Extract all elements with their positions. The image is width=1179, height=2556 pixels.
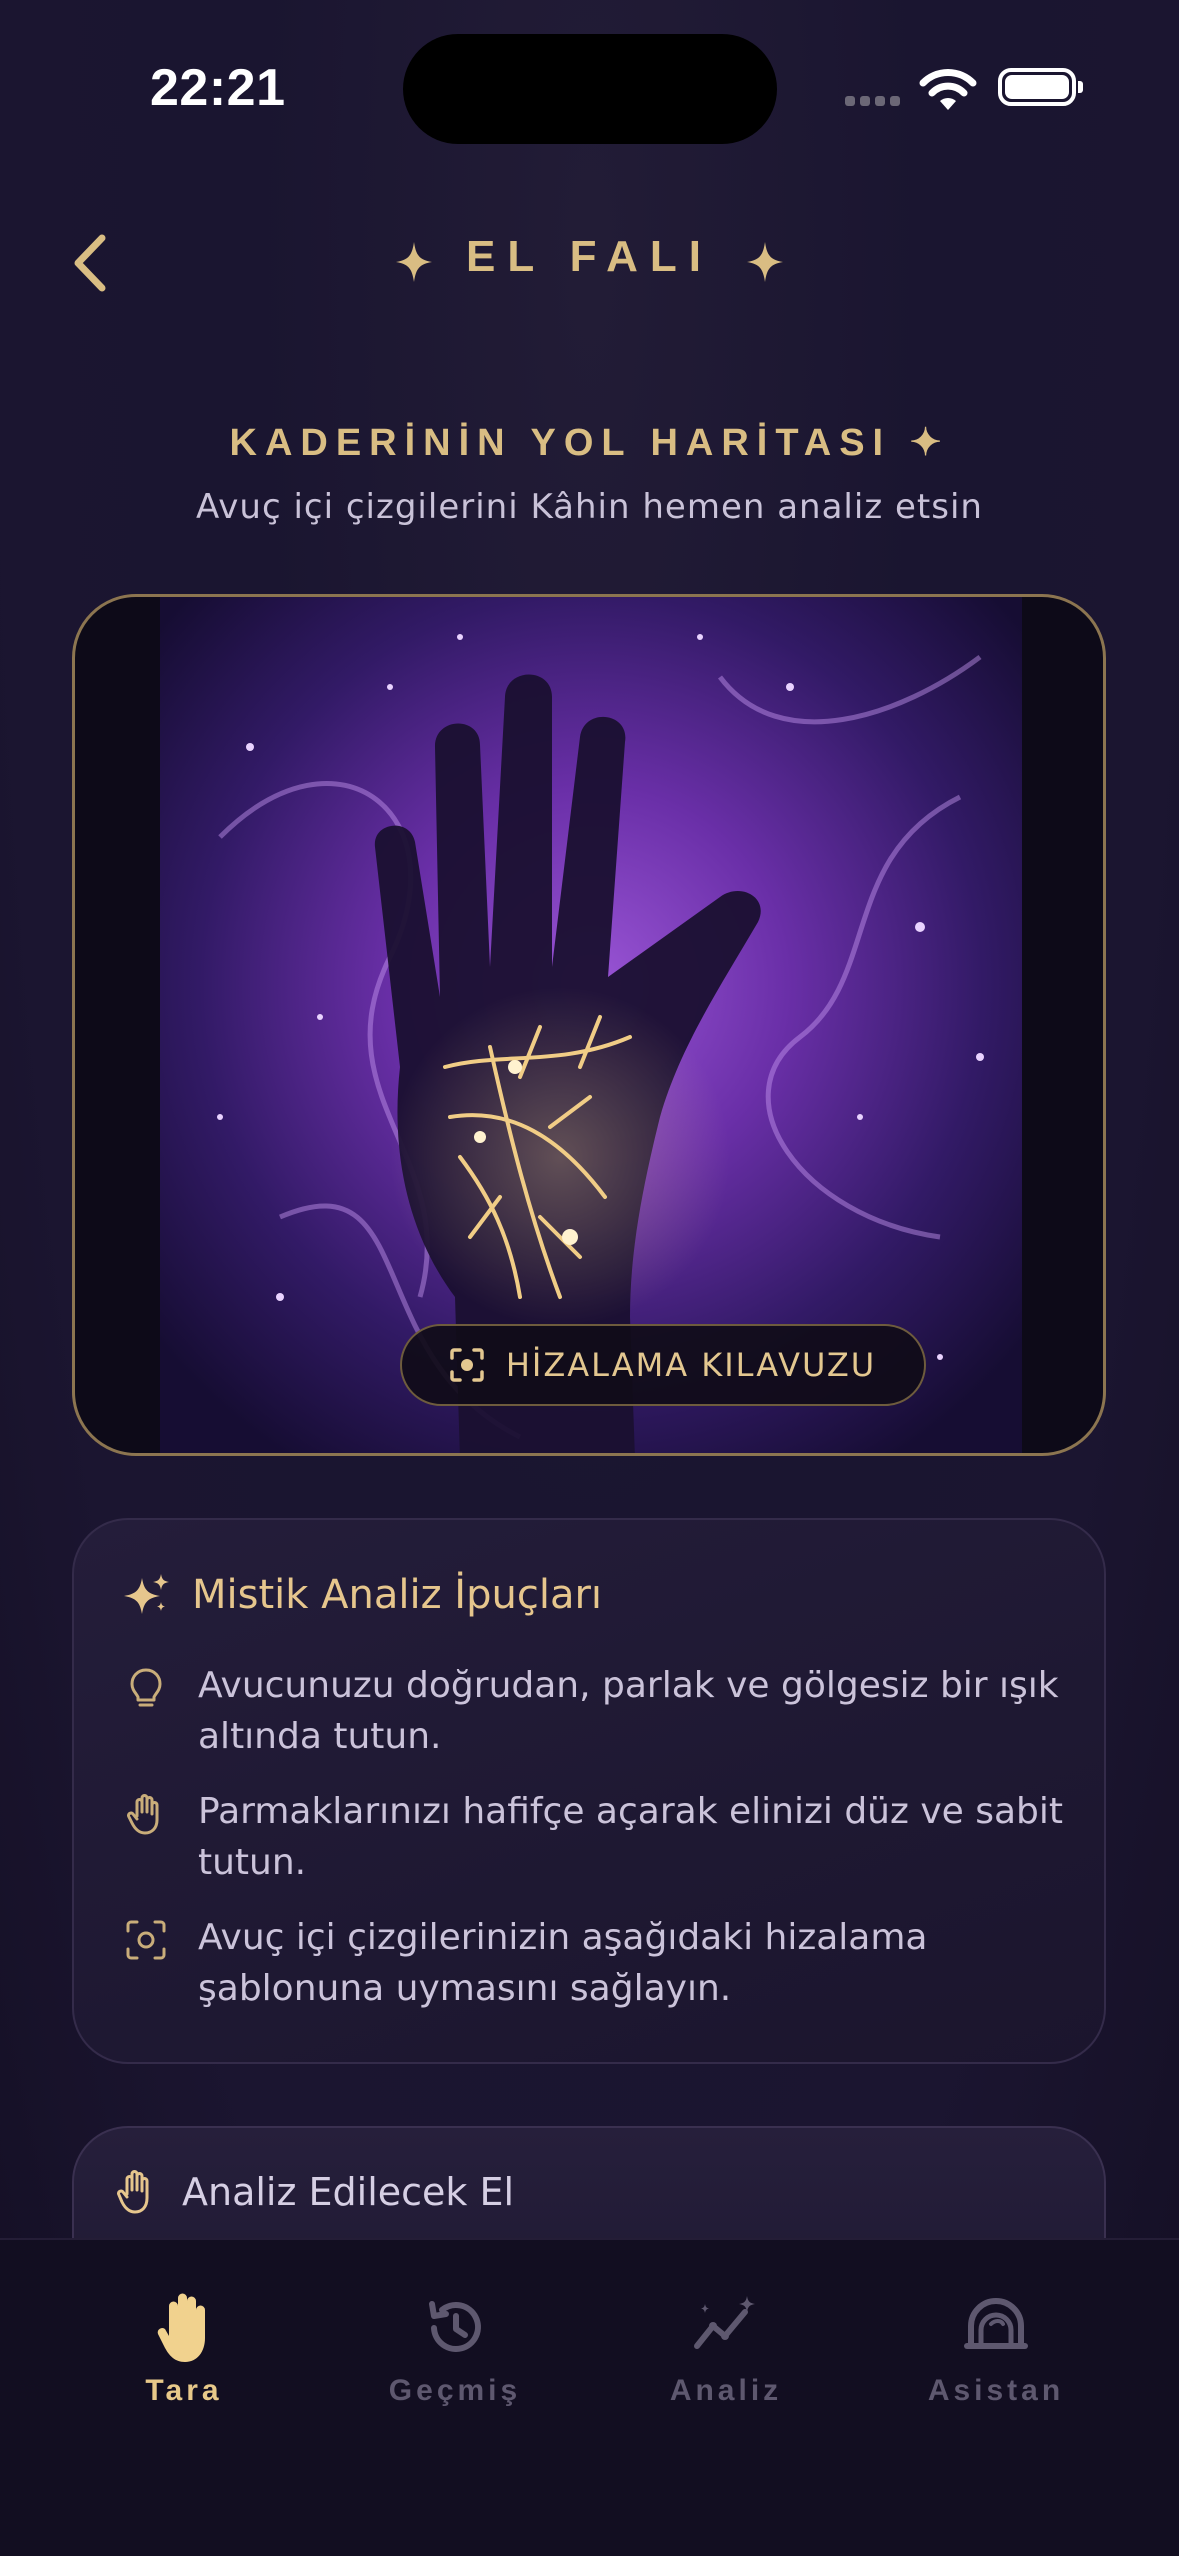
scan-focus-icon [126,1920,166,1960]
assistant-icon [964,2298,1028,2349]
tips-header: Mistik Analiz İpuçları [124,1572,602,1618]
section-subtitle: Avuç içi çizgilerini Kâhin hemen analiz … [196,487,983,527]
palm-scan-preview[interactable]: HİZALAMA KILAVUZU [72,594,1106,1456]
battery-icon [998,68,1083,106]
tab-bar: Tara Geçmiş Analiz Asistan [0,2238,1179,2556]
wifi-icon [919,69,977,110]
analytics-icon [694,2296,755,2349]
tab-label: Analiz [669,2374,783,2407]
section-heading: KADERİNİN YOL HARİTASI ✦ [229,422,950,464]
screen: 22:21 EL FALI KADERİNİN YOL HARİTASI ✦ A… [0,0,1179,2556]
tab-label: Tara [145,2374,223,2407]
sparkles-icon [124,1574,169,1614]
status-time: 22:21 [150,59,286,117]
tips-title: Mistik Analiz İpuçları [192,1572,603,1618]
tip-text: Avuç içi çizgilerinizin aşağıdaki hizala… [198,1917,928,2009]
tip-item: Avucunuzu doğrudan, parlak ve gölgesiz b… [124,1660,1084,1762]
hand-icon [157,2293,205,2362]
tips-card: Mistik Analiz İpuçları Avucunuzu doğruda… [72,1518,1106,2064]
cellular-signal-icon [845,96,905,106]
scan-focus-icon [450,1348,484,1382]
tab-analiz[interactable]: Analiz [596,2288,856,2408]
tab-tara[interactable]: Tara [54,2288,314,2408]
lightbulb-icon [130,1668,162,1707]
tip-item: Avuç içi çizgilerinizin aşağıdaki hizala… [124,1912,1084,2014]
tip-text: Avucunuzu doğrudan, parlak ve gölgesiz b… [198,1665,1059,1757]
history-icon [429,2301,481,2352]
alignment-guide-button[interactable]: HİZALAMA KILAVUZU [400,1324,926,1406]
alignment-guide-label: HİZALAMA KILAVUZU [505,1346,877,1384]
dynamic-island [403,34,777,144]
title-star-right-icon [747,242,783,282]
hand-selector-header: Analiz Edilecek El [114,2168,514,2216]
hand-icon [117,2170,149,2214]
tab-gecmis[interactable]: Geçmiş [325,2288,585,2408]
hand-icon [127,1794,159,1835]
tip-text: Parmaklarınızı hafifçe açarak elinizi dü… [198,1791,1064,1883]
tab-asistan[interactable]: Asistan [866,2288,1126,2408]
tab-label: Geçmiş [388,2374,522,2407]
status-bar: 22:21 [0,0,1179,170]
hand-selector-label: Analiz Edilecek El [182,2170,515,2214]
tip-item: Parmaklarınızı hafifçe açarak elinizi dü… [124,1786,1084,1888]
tab-label: Asistan [927,2374,1065,2407]
page-title: EL FALI [466,232,713,281]
